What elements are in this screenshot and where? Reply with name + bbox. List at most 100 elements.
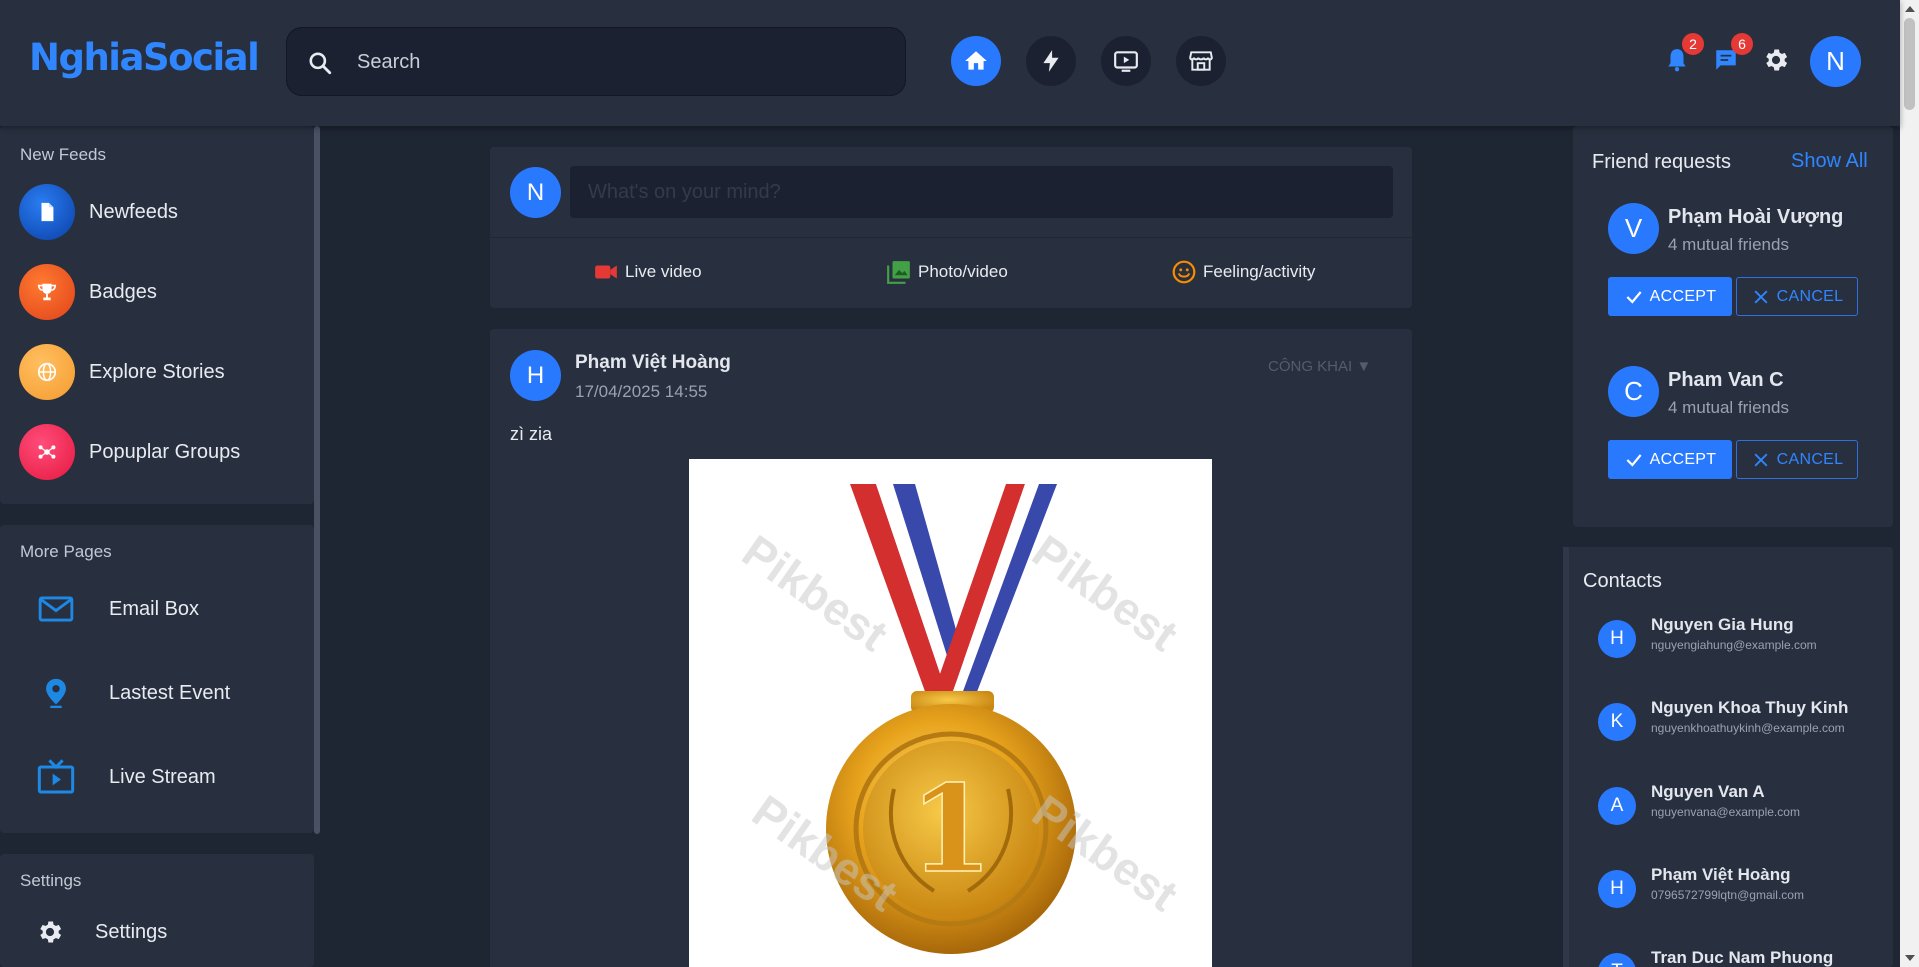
video-camera-icon	[595, 265, 617, 279]
accept-button[interactable]: ACCEPT	[1608, 277, 1732, 316]
contacts-panel: Contacts H Nguyen Gia Hung nguyengiahung…	[1563, 547, 1893, 967]
composer-input[interactable]: What's on your mind?	[570, 166, 1393, 218]
messages-button[interactable]: 6	[1711, 33, 1753, 75]
post-composer: N What's on your mind? Live video Photo/…	[490, 147, 1412, 308]
more-pages-panel: More Pages Email Box Lastest Event Live …	[0, 525, 314, 833]
sidebar-item-newfeeds[interactable]: Newfeeds	[19, 184, 178, 240]
settings-button[interactable]	[1761, 45, 1791, 75]
more-pages-title: More Pages	[20, 542, 112, 561]
search-input[interactable]: Search	[357, 51, 420, 74]
feeling-activity-button[interactable]: Feeling/activity	[1171, 259, 1315, 285]
gear-icon	[1766, 49, 1788, 71]
notification-badge: 2	[1682, 33, 1704, 55]
post-content: zì zia	[510, 424, 553, 444]
scroll-up-arrow-icon[interactable]	[1905, 6, 1915, 12]
page-scrollbar[interactable]	[1900, 0, 1919, 967]
contact-avatar: K	[1598, 703, 1636, 741]
nav-flash-button[interactable]	[1026, 36, 1076, 86]
post-image[interactable]: 1 Pikbest Pikbest Pikbest Pikbest	[689, 459, 1212, 967]
store-icon	[1189, 51, 1213, 71]
contact-email: nguyenkhoathuykinh@example.com	[1651, 721, 1845, 735]
sidebar-item-email-box[interactable]: Email Box	[36, 587, 199, 631]
notifications-button[interactable]: 2	[1662, 33, 1704, 75]
globe-icon	[19, 344, 75, 400]
contact-item[interactable]: H Phạm Việt Hoàng 0796572799lqtn@gmail.c…	[1598, 865, 1888, 914]
cancel-button[interactable]: CANCEL	[1736, 277, 1858, 316]
nav-marketplace-button[interactable]	[1176, 36, 1226, 86]
sidebar-item-latest-event[interactable]: Lastest Event	[36, 671, 230, 715]
video-icon	[1114, 51, 1138, 72]
sidebar-item-popular-groups[interactable]: Popuplar Groups	[19, 424, 240, 480]
sidebar-scrollbar[interactable]	[314, 126, 320, 834]
contact-name: Nguyen Khoa Thuy Kinh	[1651, 698, 1849, 717]
friend-request-avatar[interactable]: V	[1608, 203, 1659, 254]
new-feeds-panel: New Feeds Newfeeds Badges Explore Storie…	[0, 126, 314, 504]
photo-library-icon	[887, 261, 910, 284]
accept-button[interactable]: ACCEPT	[1608, 440, 1732, 479]
live-tv-icon	[36, 757, 76, 797]
contact-item[interactable]: H Nguyen Gia Hung nguyengiahung@example.…	[1598, 615, 1888, 664]
location-pin-icon	[36, 673, 76, 713]
live-video-button[interactable]: Live video	[593, 259, 702, 285]
check-icon	[1626, 453, 1642, 467]
friend-requests-title: Friend requests	[1592, 151, 1731, 173]
settings-title: Settings	[20, 871, 82, 890]
contact-item[interactable]: A Nguyen Van A nguyenvana@example.com	[1598, 782, 1888, 831]
friend-request-name[interactable]: Phạm Hoài Vượng	[1668, 206, 1843, 229]
scrollbar-thumb[interactable]	[1904, 18, 1915, 110]
top-header: NghiaSocial Search 2 6 N	[0, 0, 1900, 126]
post-author-avatar[interactable]: H	[510, 350, 561, 401]
contact-item[interactable]: T Tran Duc Nam Phuong	[1598, 948, 1888, 967]
composer-avatar: N	[510, 167, 561, 218]
friend-request-name[interactable]: Pham Van C	[1668, 369, 1784, 392]
groups-icon	[19, 424, 75, 480]
post-timestamp: 17/04/2025 14:55	[575, 382, 708, 401]
contact-email: nguyenvana@example.com	[1651, 805, 1800, 819]
cancel-button[interactable]: CANCEL	[1736, 440, 1858, 479]
mutual-friends-count: 4 mutual friends	[1668, 235, 1789, 254]
sidebar-item-explore-stories[interactable]: Explore Stories	[19, 344, 225, 400]
scroll-down-arrow-icon[interactable]	[1905, 955, 1915, 961]
trophy-icon	[19, 264, 75, 320]
search-bar[interactable]: Search	[286, 27, 906, 96]
photo-video-button[interactable]: Photo/video	[886, 259, 1008, 285]
nav-home-button[interactable]	[951, 36, 1001, 86]
contact-name: Phạm Việt Hoàng	[1651, 865, 1791, 884]
contact-item[interactable]: K Nguyen Khoa Thuy Kinh nguyenkhoathuyki…	[1598, 698, 1888, 747]
contacts-title: Contacts	[1583, 570, 1662, 592]
app-logo[interactable]: NghiaSocial	[29, 36, 260, 79]
medal-number: 1	[909, 759, 993, 900]
feed-post: H Phạm Việt Hoàng 17/04/2025 14:55 CÔNG …	[490, 329, 1412, 967]
close-icon	[1754, 453, 1768, 466]
contact-name: Nguyen Van A	[1651, 782, 1765, 801]
close-icon	[1754, 290, 1768, 303]
message-badge: 6	[1731, 33, 1753, 55]
gold-medal-image: 1 Pikbest Pikbest Pikbest Pikbest	[733, 484, 1187, 954]
friend-request-avatar[interactable]: C	[1608, 366, 1659, 417]
show-all-link[interactable]: Show All	[1791, 150, 1868, 173]
post-privacy-dropdown[interactable]: CÔNG KHAI ▼	[1268, 358, 1371, 375]
check-icon	[1626, 290, 1642, 304]
gear-icon	[30, 912, 70, 952]
post-author-name[interactable]: Phạm Việt Hoàng	[575, 352, 731, 374]
watermark-text: Pikbest	[1023, 525, 1187, 661]
contact-avatar: T	[1598, 953, 1636, 967]
sidebar-item-live-stream[interactable]: Live Stream	[36, 755, 216, 799]
contact-avatar: A	[1598, 787, 1636, 825]
contact-avatar: H	[1598, 620, 1636, 658]
settings-panel: Settings Settings	[0, 854, 314, 967]
nav-video-button[interactable]	[1101, 36, 1151, 86]
sidebar-item-settings[interactable]: Settings	[30, 910, 167, 954]
lightning-icon	[1043, 50, 1059, 72]
contact-name: Tran Duc Nam Phuong	[1651, 948, 1834, 967]
contacts-scrollbar[interactable]	[1563, 547, 1569, 967]
mutual-friends-count: 4 mutual friends	[1668, 398, 1789, 417]
contact-email: nguyengiahung@example.com	[1651, 638, 1817, 652]
contact-email: 0796572799lqtn@gmail.com	[1651, 888, 1804, 902]
mail-icon	[36, 589, 76, 629]
search-icon	[309, 52, 332, 75]
user-avatar[interactable]: N	[1810, 36, 1861, 87]
document-icon	[19, 184, 75, 240]
sidebar-item-badges[interactable]: Badges	[19, 264, 157, 320]
contact-name: Nguyen Gia Hung	[1651, 615, 1794, 634]
